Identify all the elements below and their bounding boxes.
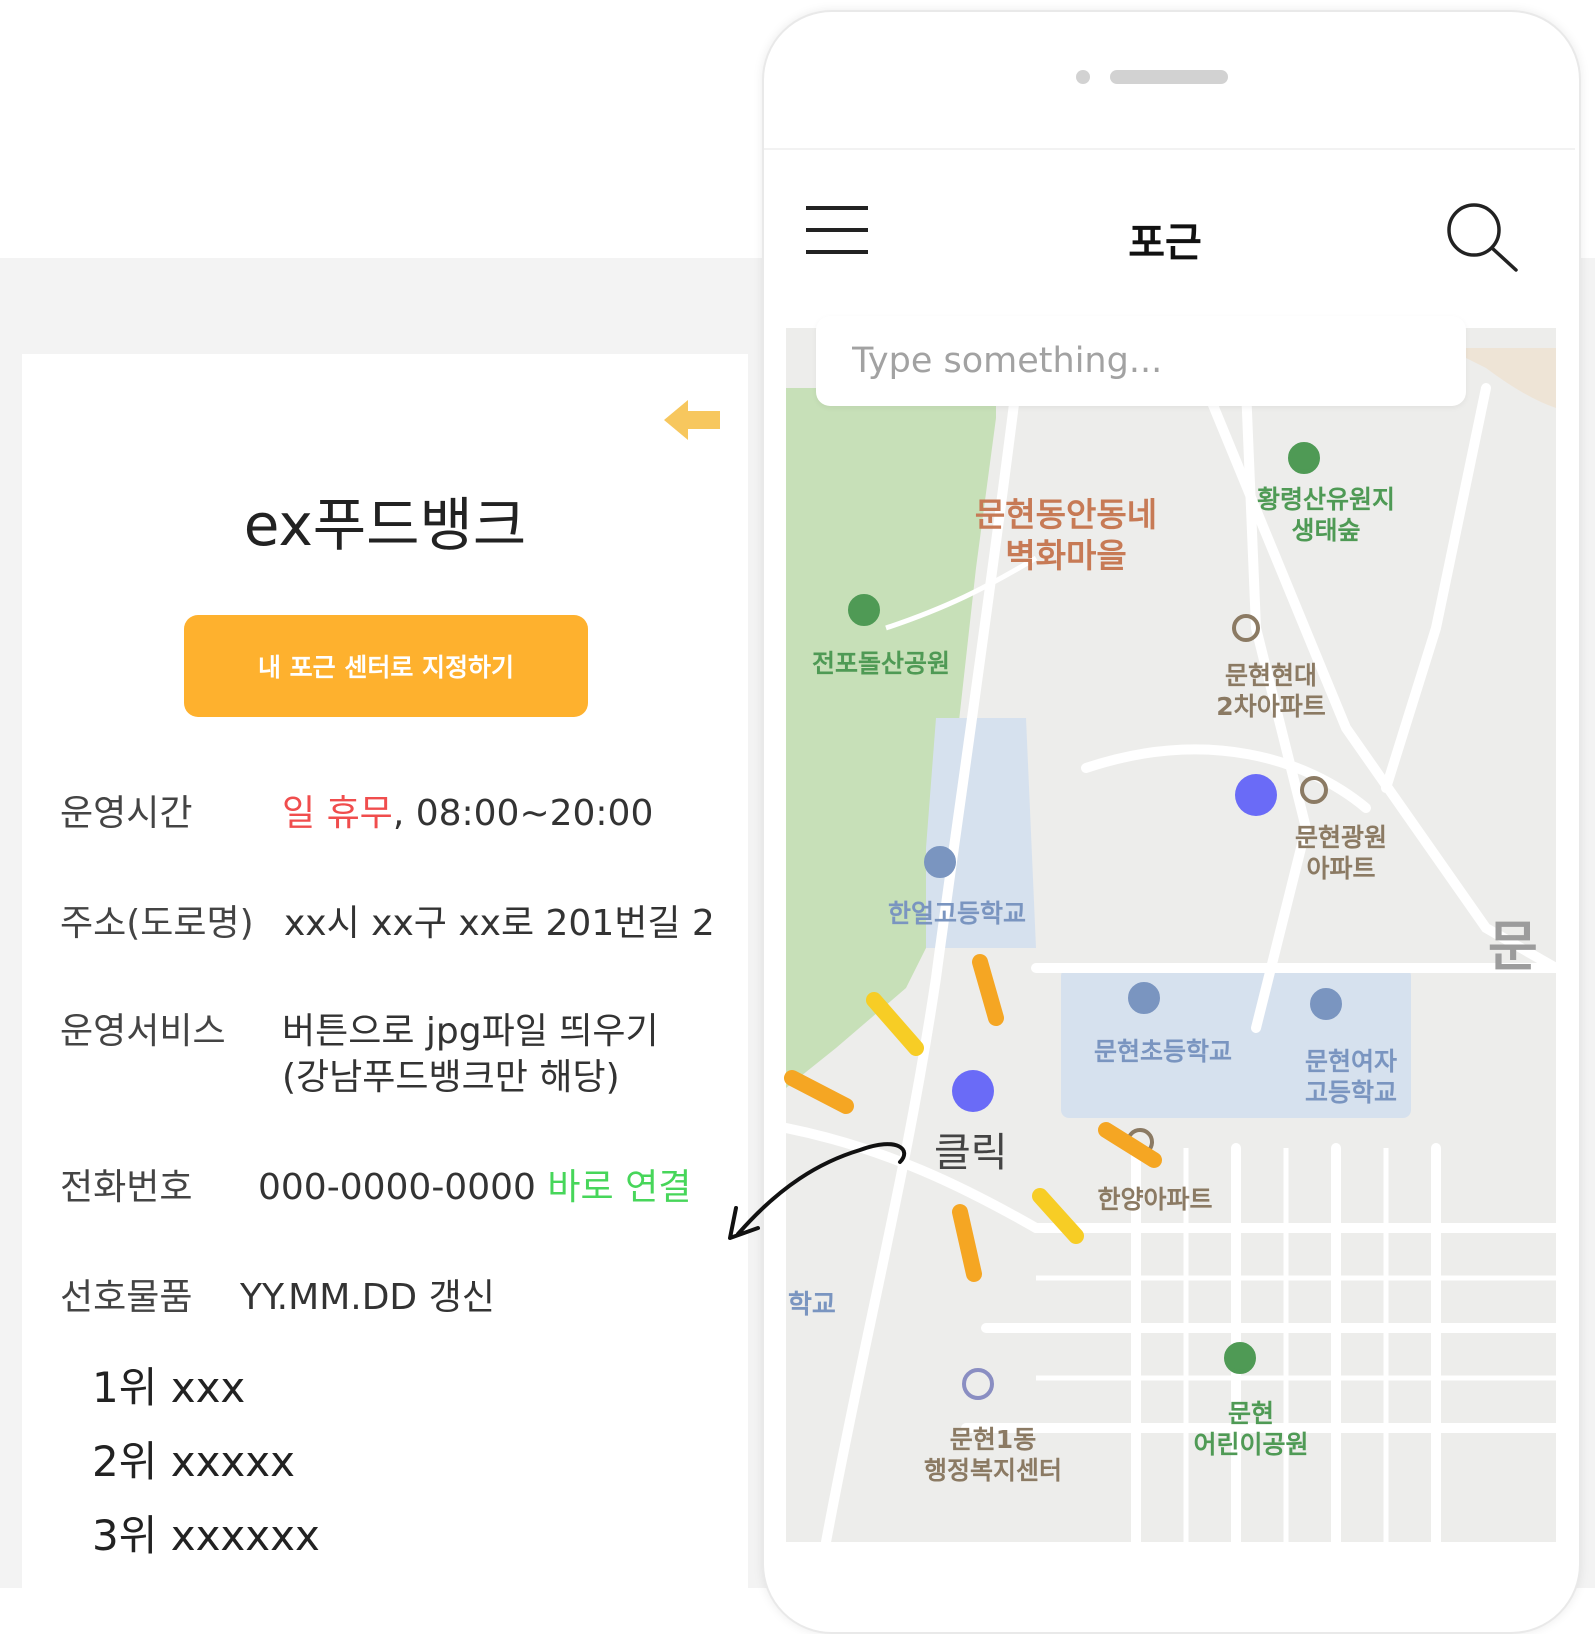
foodbank-map-pin[interactable]: [1235, 774, 1277, 816]
map-label-munhyeon-gwangwon: 문현광원 아파트: [1294, 823, 1387, 884]
phone-label: 전화번호: [60, 1167, 193, 1208]
foodbank-title: ex푸드뱅크: [243, 491, 527, 559]
open-time: , 08:00~20:00: [392, 793, 654, 834]
preferred-updated: YY.MM.DD 갱신: [240, 1277, 495, 1318]
map-label-munhyeon-girls: 문현여자 고등학교: [1304, 1047, 1397, 1108]
map-label-hanyang-apt: 한양아파트: [1097, 1185, 1213, 1214]
map-search-input[interactable]: [850, 330, 1444, 392]
address-value: xx시 xx구 xx로 201번길 2: [284, 903, 715, 944]
phone-value: 000-0000-0000 바로 연결: [258, 1158, 691, 1210]
ranking-item: 2위 xxxxx: [92, 1437, 295, 1486]
map-label-mural-village: 문현동안동네 벽화마을: [974, 495, 1158, 576]
click-burst-icon: [728, 954, 1162, 1282]
service-value-line1[interactable]: 버튼으로 jpg파일 띄우기: [282, 1002, 659, 1054]
ranking-item: 1위 xxx: [92, 1363, 246, 1412]
map-label-hanal-school: 한얼고등학교: [887, 899, 1026, 928]
camera-dot: [1076, 70, 1090, 84]
map-label-munhyeon-hyundai: 문현현대 2차아파트: [1216, 661, 1326, 722]
click-hint-label: 클릭: [934, 1130, 1008, 1176]
hours-label: 운영시간: [60, 793, 193, 834]
speaker-slot: [1110, 70, 1228, 84]
map-view[interactable]: [786, 328, 1556, 1542]
service-label: 운영서비스: [60, 1011, 226, 1052]
service-value-line2: (강남푸드뱅크만 해당): [282, 1057, 620, 1098]
preferred-label: 선호물품: [60, 1277, 193, 1318]
ranking-item: 3위 xxxxxx: [92, 1511, 320, 1560]
map-label-hwangnyeong: 황령산유원지 생태숲: [1256, 485, 1395, 546]
app-title: 포근: [1128, 220, 1202, 266]
back-arrow-icon[interactable]: [662, 396, 722, 444]
map-label-jeonpo-park: 전포돌산공원: [811, 649, 950, 678]
map-background: [786, 328, 1556, 1542]
set-center-button[interactable]: 내 포근 센터로 지정하기: [184, 615, 588, 717]
address-label: 주소(도로명): [60, 903, 254, 944]
map-label-munhyeon-elementary: 문현초등학교: [1093, 1037, 1232, 1066]
map-label-munhyeon-kids-park: 문현 어린이공원: [1193, 1399, 1309, 1460]
search-icon[interactable]: [1440, 198, 1520, 278]
hamburger-menu-icon[interactable]: [806, 204, 870, 258]
hours-value: 일 휴무, 08:00~20:00: [282, 784, 653, 836]
map-label-munhyeon1-center: 문현1동 행정복지센터: [923, 1425, 1062, 1486]
map-search-box[interactable]: [816, 316, 1466, 406]
status-divider: [764, 148, 1575, 150]
map-label-edge-school: 학교: [788, 1290, 836, 1320]
closed-day: 일 휴무: [282, 793, 393, 834]
phone-number: 000-0000-0000: [258, 1167, 536, 1208]
map-label-edge-mun: 문: [1488, 915, 1538, 978]
call-now-link[interactable]: 바로 연결: [547, 1167, 691, 1208]
